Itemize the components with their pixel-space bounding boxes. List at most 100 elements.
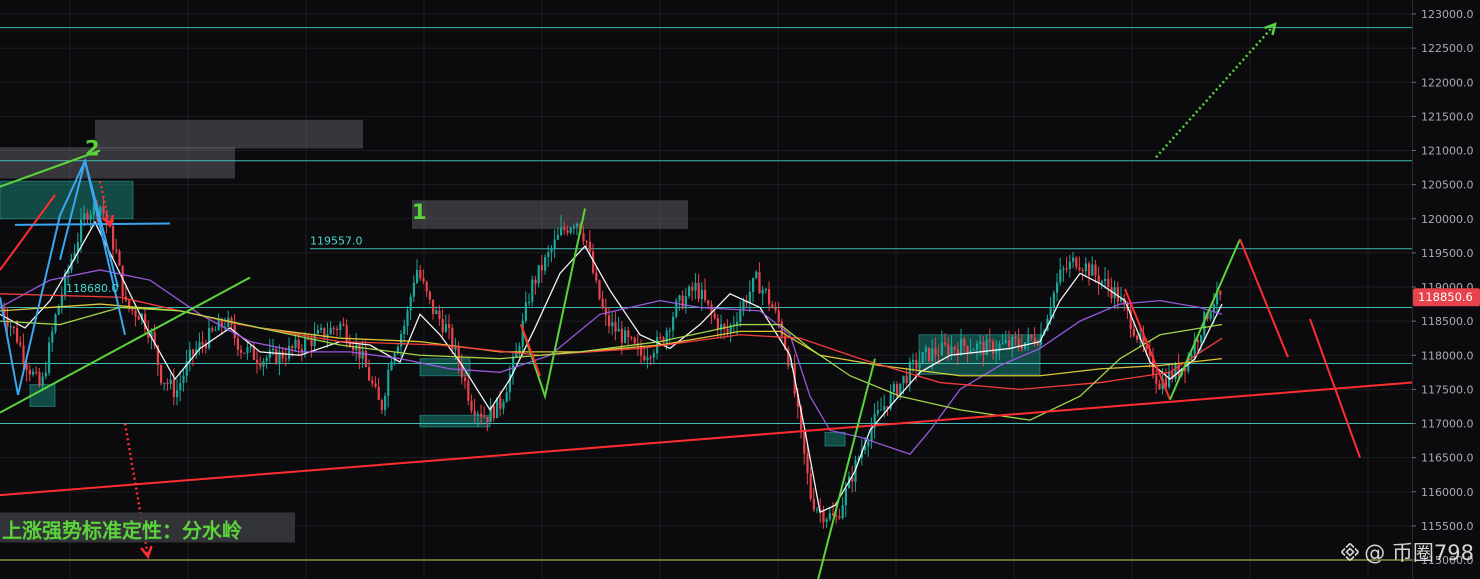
price-axis-label: 117000.0 (1421, 418, 1474, 431)
candle-body (774, 308, 777, 311)
candle-body (281, 351, 284, 359)
candle-body (809, 473, 812, 499)
candle-body (704, 289, 707, 301)
candle-body (131, 308, 134, 311)
candle-body (867, 441, 870, 447)
candle-body (259, 363, 262, 367)
candle-body (969, 350, 972, 353)
candle-body (1174, 364, 1177, 379)
candle-body (752, 277, 755, 292)
candle-body (336, 328, 339, 330)
candle-body (80, 219, 83, 243)
candle-body (944, 342, 947, 345)
candle-body (688, 286, 691, 297)
candle-body (764, 289, 767, 291)
candle-body (896, 384, 899, 396)
candle-body (668, 330, 671, 332)
candle-body (444, 324, 447, 332)
candle-body (902, 375, 905, 384)
candle-body (1062, 268, 1065, 270)
candle-body (60, 294, 63, 306)
candle-body (937, 354, 940, 356)
candle-body (768, 289, 771, 305)
price-axis-label: 123000.0 (1421, 8, 1474, 21)
candle-body (345, 325, 348, 343)
candle-body (112, 226, 115, 250)
candle-body (601, 298, 604, 308)
candle-body (588, 241, 591, 252)
current-price-label: 118850.6 (1418, 290, 1473, 304)
candle-body (1004, 340, 1007, 343)
candle-body (1014, 336, 1017, 339)
watermark: @ 币圈798 (1340, 537, 1474, 567)
candle-body (659, 337, 662, 339)
candle-body (988, 339, 991, 342)
candle-body (950, 346, 953, 355)
candle-body (822, 510, 825, 523)
candle-body (1036, 343, 1039, 345)
candle-body (137, 316, 140, 320)
candle-body (572, 226, 575, 229)
candle-body (755, 272, 758, 278)
candle-body (921, 352, 924, 363)
candle-body (569, 228, 572, 233)
candle-body (467, 380, 470, 401)
candle-body (841, 505, 844, 519)
candle-body (643, 355, 646, 361)
candle-body (1056, 282, 1059, 293)
price-axis-label: 122500.0 (1421, 42, 1474, 55)
candle-body (553, 239, 556, 249)
candle-body (441, 318, 444, 332)
candle-body (707, 300, 710, 305)
candle-body (435, 310, 438, 315)
candle-body (262, 361, 265, 367)
candle-body (995, 350, 998, 354)
candle-body (374, 383, 377, 387)
candle-body (694, 282, 697, 291)
candle-body (425, 281, 428, 292)
candle-body (547, 252, 550, 257)
candle-body (940, 342, 943, 356)
candle-body (825, 519, 828, 523)
candle-body (739, 310, 742, 322)
candle-body (838, 516, 841, 519)
candle-body (28, 369, 31, 375)
candle-body (953, 346, 956, 350)
candle-body (32, 371, 35, 375)
price-axis[interactable]: 123000.0 122500.0 122000.0 121500.0 121000.0… (1412, 0, 1480, 579)
candle-body (611, 322, 614, 327)
price-label: 118680.0 (66, 282, 119, 295)
candle-body (1078, 267, 1081, 270)
candlestick-chart[interactable]: 119557.0118680.0114667.221上涨强势标准定性：分水岭 1… (0, 0, 1480, 579)
candle-body (1100, 281, 1103, 284)
candle-body (537, 265, 540, 284)
candle-body (947, 344, 950, 355)
candle-body (963, 338, 966, 346)
candle-body (883, 406, 886, 410)
candle-body (566, 230, 569, 233)
candle-body (246, 347, 249, 354)
candle-body (102, 206, 105, 214)
candle-body (51, 331, 54, 343)
candle-body (166, 382, 169, 385)
candle-body (806, 453, 809, 474)
candle-body (598, 280, 601, 299)
candle-body (486, 416, 489, 422)
candle-body (236, 338, 239, 350)
candle-body (771, 304, 774, 309)
candle-body (297, 339, 300, 350)
candle-body (342, 323, 345, 326)
candle-body (812, 498, 815, 510)
candle-body (160, 365, 163, 384)
candle-body (361, 350, 364, 359)
candle-body (419, 269, 422, 279)
candle-body (339, 323, 342, 330)
candle-body (652, 353, 655, 358)
candle-body (934, 348, 937, 355)
candle-body (211, 328, 214, 331)
price-label: 119557.0 (310, 235, 363, 248)
candle-body (89, 214, 92, 220)
candle-body (416, 269, 419, 283)
candle-body (972, 349, 975, 351)
candle-body (1158, 383, 1161, 390)
